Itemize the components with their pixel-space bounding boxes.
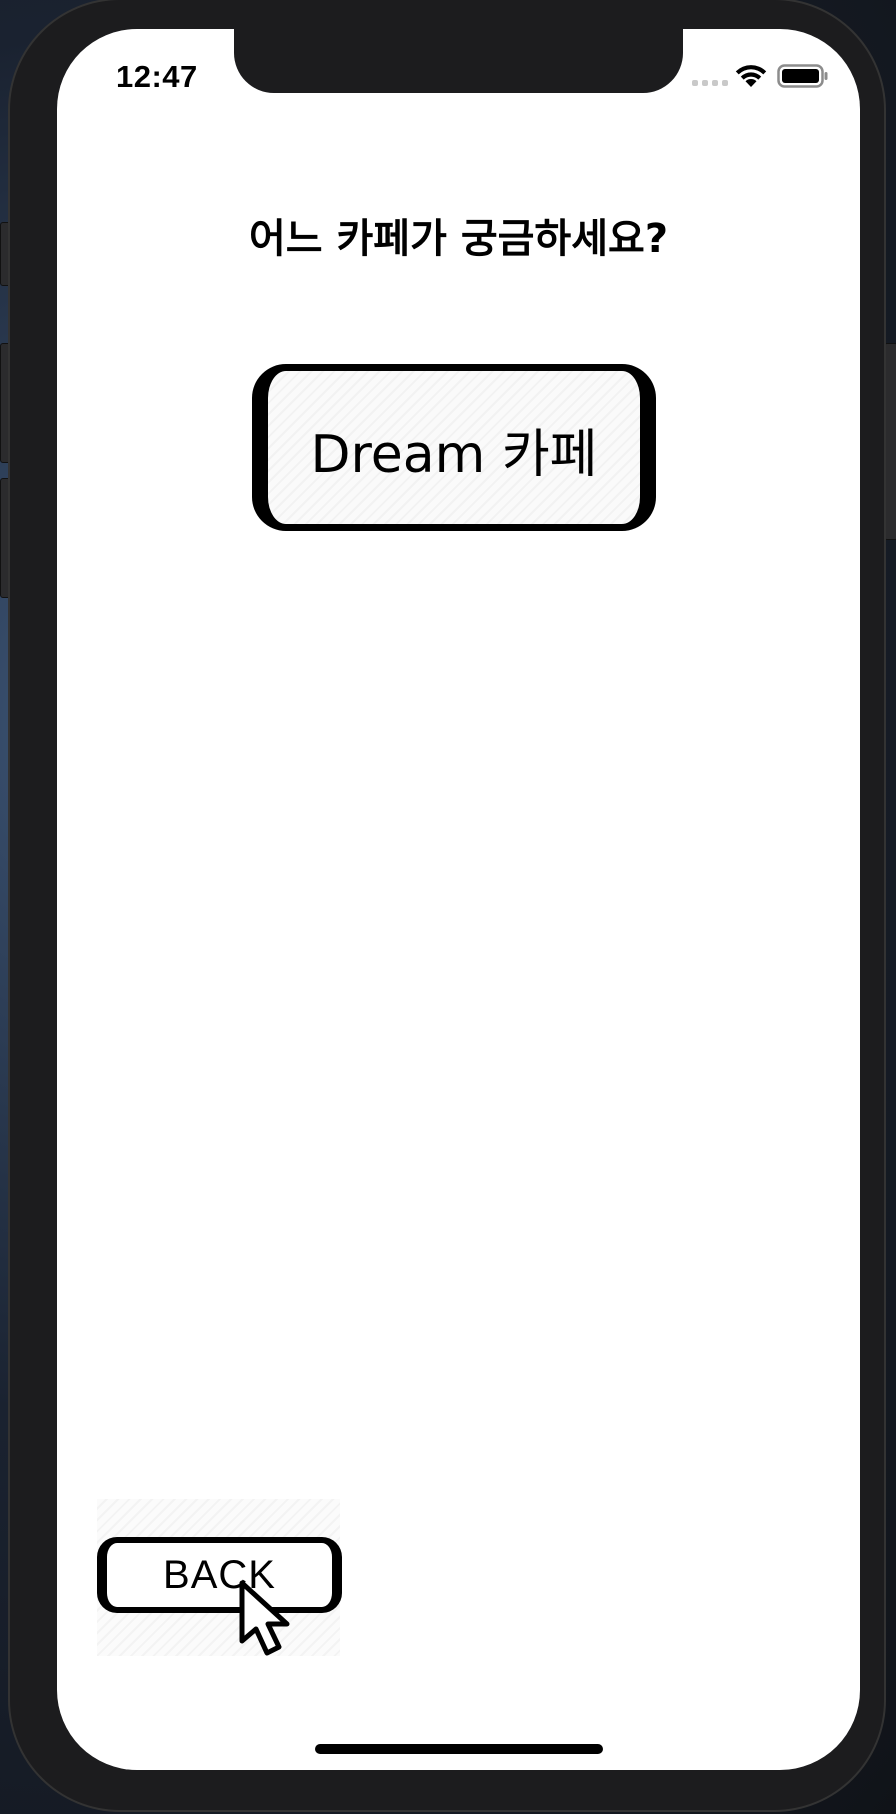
cellular-signal-icon xyxy=(692,80,728,86)
home-indicator[interactable] xyxy=(315,1744,603,1754)
app-screen: 12:47 어느 카페가 궁금하세요? Dream 카페 BACK xyxy=(57,29,860,1770)
mouse-pointer-icon xyxy=(239,1580,290,1656)
page-title: 어느 카페가 궁금하세요? xyxy=(248,216,669,262)
battery-icon xyxy=(777,64,828,88)
wifi-icon xyxy=(735,65,767,87)
dream-cafe-button[interactable]: Dream 카페 xyxy=(252,364,656,531)
device-power-button xyxy=(884,343,896,540)
dream-cafe-button-label: Dream 카페 xyxy=(310,425,598,485)
device-frame: 12:47 어느 카페가 궁금하세요? Dream 카페 BACK xyxy=(10,0,884,1810)
status-bar-time: 12:47 xyxy=(116,59,198,94)
device-notch xyxy=(234,29,683,93)
